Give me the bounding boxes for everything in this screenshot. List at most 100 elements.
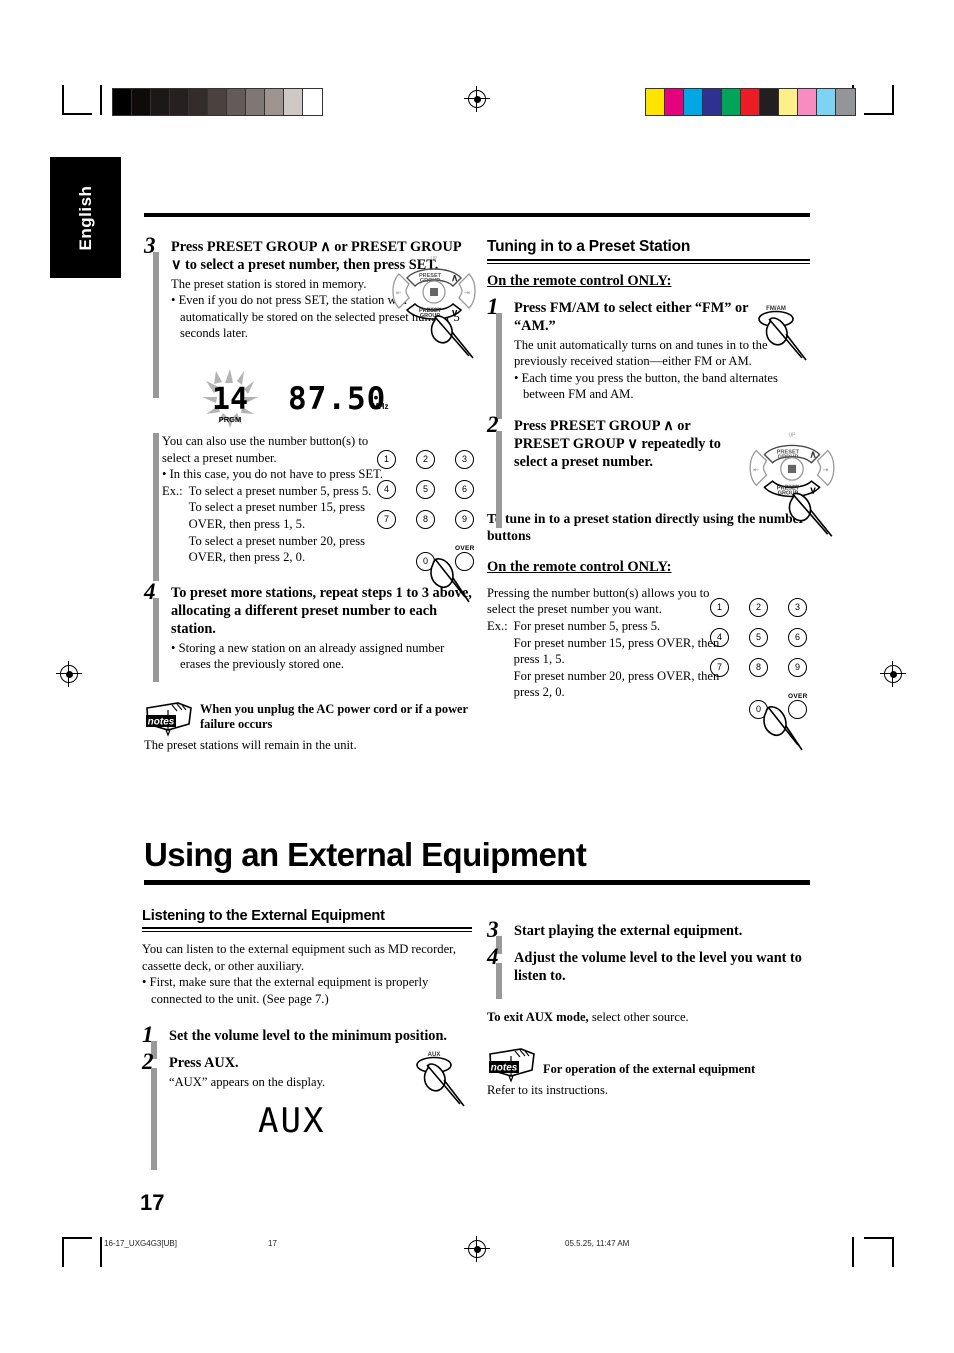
color-swatch-9	[817, 89, 836, 115]
key-right-4[interactable]: 4	[710, 628, 729, 647]
direct-tune-line1: Pressing the number button(s) allows you…	[487, 585, 710, 617]
frequency-value: 87.50	[288, 381, 386, 417]
step-1-bullet-1: Each time you press the button, the band…	[514, 370, 810, 403]
key-right-9[interactable]: 9	[788, 658, 807, 677]
notes-power-title: When you unplug the AC power cord or if …	[200, 701, 468, 731]
keypad-right-row-1: 1 2 3	[710, 598, 807, 617]
numeric-keypad-right: 1 2 3 4 5 6 7 8 9 0 OVER	[710, 598, 807, 751]
gray-swatch-7	[246, 89, 265, 115]
registration-mark-left	[56, 661, 82, 687]
keypad-right-row-2: 4 5 6	[710, 628, 807, 647]
gray-swatch-0	[113, 89, 132, 115]
color-calibration-bar	[645, 88, 856, 116]
svg-text:⇤: ⇤	[396, 290, 402, 297]
remote-only-heading-2: On the remote control ONLY:	[487, 558, 672, 575]
key-9[interactable]: 9	[455, 510, 474, 529]
prgm-indicator: PRGM	[219, 415, 242, 424]
footer-page-number: 17	[268, 1239, 277, 1248]
svg-text:⇥: ⇥	[823, 466, 829, 474]
pointing-finger-keypad-left	[425, 550, 485, 612]
language-tab: English	[50, 157, 121, 278]
notes-icon: notes	[144, 701, 194, 737]
svg-text:⇥: ⇥	[464, 290, 470, 297]
gray-swatch-10	[303, 89, 322, 115]
crop-mark-top-left	[62, 85, 92, 115]
registration-mark-right	[880, 661, 906, 687]
direct-tune-ex-line-2: For preset number 15, press OVER, then p…	[513, 635, 720, 667]
direct-tune-ex-label: Ex.:	[487, 618, 508, 633]
gray-swatch-6	[227, 89, 246, 115]
color-swatch-2	[684, 89, 703, 115]
direct-tune-note: Pressing the number button(s) allows you…	[487, 585, 722, 701]
notes-power-text: The preset stations will remain in the u…	[144, 737, 357, 752]
crop-mark-bottom-right	[864, 1237, 894, 1267]
key-1[interactable]: 1	[377, 450, 396, 469]
grayscale-calibration-bar	[112, 88, 323, 116]
key-right-8[interactable]: 8	[749, 658, 768, 677]
key-right-2[interactable]: 2	[749, 598, 768, 617]
key-right-5[interactable]: 5	[749, 628, 768, 647]
gray-swatch-5	[208, 89, 227, 115]
external-step-3: 3 Start playing the external equipment.	[487, 918, 817, 954]
section-title-listening-external: Listening to the External Equipment	[142, 908, 385, 924]
step-4-bullet-1: Storing a new station on an already assi…	[171, 640, 472, 673]
keypad-right-row-3: 7 8 9	[710, 658, 807, 677]
preset-display-svg: 14 PRGM 87.50 MHz	[202, 369, 388, 428]
color-swatch-0	[646, 89, 665, 115]
key-3[interactable]: 3	[455, 450, 474, 469]
number-note-ex-line-2: To select a preset number 15, press OVER…	[188, 500, 366, 532]
number-button-note: You can also use the number button(s) to…	[144, 433, 389, 581]
pointing-finger-keypad-right	[758, 698, 818, 760]
keypad-row-2: 4 5 6	[377, 480, 474, 499]
notes-icon-external: notes	[487, 1047, 537, 1083]
key-6[interactable]: 6	[455, 480, 474, 499]
gray-swatch-3	[170, 89, 189, 115]
numeric-keypad-left: 1 2 3 4 5 6 7 8 9 0 OVER	[377, 450, 474, 603]
registration-mark-bottom	[464, 1236, 490, 1262]
registration-mark-top	[464, 86, 490, 112]
section-rule-tuning	[487, 259, 810, 264]
step-4-bar	[153, 597, 159, 682]
direct-tune-ex-line-3: For preset number 20, press OVER, then p…	[513, 668, 720, 700]
step-2-heading: Press PRESET GROUP ∧ or PRESET GROUP ∨ r…	[514, 418, 721, 471]
key-right-7[interactable]: 7	[710, 658, 729, 677]
key-right-1[interactable]: 1	[710, 598, 729, 617]
key-4[interactable]: 4	[377, 480, 396, 499]
color-swatch-5	[741, 89, 760, 115]
external-step-1: 1 Set the volume level to the minimum po…	[142, 1023, 472, 1060]
preset-display-graphic: 14 PRGM 87.50 MHz	[192, 367, 472, 433]
svg-text:⇤: ⇤	[753, 466, 759, 474]
notes-external-title: For operation of the external equipment	[543, 1061, 756, 1076]
key-right-6[interactable]: 6	[788, 628, 807, 647]
key-8[interactable]: 8	[416, 510, 435, 529]
gray-swatch-2	[151, 89, 170, 115]
key-right-3[interactable]: 3	[788, 598, 807, 617]
step-4: 4 To preset more stations, repeat steps …	[144, 580, 472, 682]
page-number: 17	[140, 1190, 165, 1215]
gray-swatch-8	[265, 89, 284, 115]
external-step-4-heading: Adjust the volume level to the level you…	[514, 950, 802, 984]
color-swatch-8	[798, 89, 817, 115]
notes-icon-external-label: notes	[491, 1062, 518, 1073]
frequency-unit: MHz	[372, 402, 388, 411]
dpad-up-label-left: UP	[431, 256, 439, 262]
crop-mark-bottom-left-bar	[100, 1237, 102, 1267]
notes-external-text: Refer to its instructions.	[487, 1082, 609, 1097]
key-5[interactable]: 5	[416, 480, 435, 499]
number-note-ex-line-1: To select a preset number 5, press 5.	[188, 483, 372, 498]
key-2[interactable]: 2	[416, 450, 435, 469]
aux-button-graphic: AUX	[410, 1048, 480, 1114]
notes-block-power: notes When you unplug the AC power cord …	[144, 701, 472, 737]
exit-aux-line: To exit AUX mode, select other source.	[487, 1009, 817, 1026]
number-note-ex-line-3: To select a preset number 20, press OVER…	[188, 533, 366, 565]
gray-swatch-4	[189, 89, 208, 115]
exit-aux-rest: select other source.	[588, 1010, 689, 1024]
number-note-bullet-1: In this case, you do not have to press S…	[162, 466, 389, 483]
chapter-title: Using an External Equipment	[144, 836, 587, 873]
gray-swatch-9	[284, 89, 303, 115]
number-note-bar	[153, 433, 159, 581]
header-rule	[144, 213, 810, 217]
external-bullet-1: First, make sure that the external equip…	[142, 974, 472, 1007]
keypad-row-3: 7 8 9	[377, 510, 474, 529]
key-7[interactable]: 7	[377, 510, 396, 529]
